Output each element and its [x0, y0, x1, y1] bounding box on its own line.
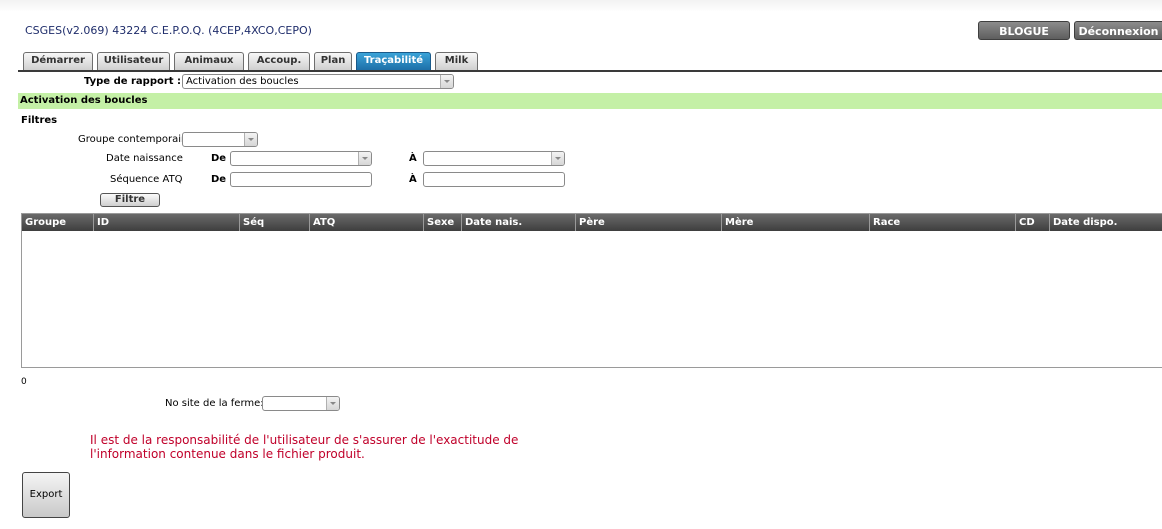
disclaimer-line-2: l'information contenue dans le fichier p… [90, 447, 365, 461]
table-header: Groupe ID Séq ATQ Sexe Date nais. Père M… [22, 214, 1162, 231]
tab-demarrer[interactable]: Démarrer [23, 52, 93, 70]
tab-bar: Démarrer Utilisateur Animaux Accoup. Pla… [18, 50, 1162, 70]
chevron-down-icon [440, 75, 453, 88]
col-date-nais[interactable]: Date nais. [462, 214, 576, 231]
record-count: 0 [21, 377, 27, 387]
disclaimer-note: Il est de la responsabilité de l'utilisa… [90, 433, 518, 461]
report-type-select[interactable]: Activation des boucles [182, 74, 454, 89]
chevron-down-icon [244, 133, 257, 146]
group-label: Groupe contemporain [78, 134, 188, 145]
chevron-down-icon [326, 397, 339, 410]
tab-milk[interactable]: Milk [435, 52, 478, 70]
filters-title: Filtres [21, 115, 58, 126]
birth-from-select[interactable] [230, 151, 372, 166]
logout-button[interactable]: Déconnexion [1074, 21, 1162, 40]
filter-button[interactable]: Filtre [100, 193, 160, 207]
seq-from-label: De [211, 174, 227, 185]
chevron-down-icon [358, 152, 371, 165]
col-seq[interactable]: Séq [240, 214, 310, 231]
birth-date-label: Date naissance [106, 153, 183, 164]
results-table: Groupe ID Séq ATQ Sexe Date nais. Père M… [21, 213, 1162, 368]
tab-utilisateur[interactable]: Utilisateur [97, 52, 170, 70]
tab-tracabilite[interactable]: Traçabilité [356, 52, 431, 70]
seq-to-label: À [409, 174, 417, 185]
disclaimer-line-1: Il est de la responsabilité de l'utilisa… [90, 433, 519, 447]
farm-site-select[interactable] [262, 396, 340, 411]
col-id[interactable]: ID [94, 214, 240, 231]
col-date-dispo[interactable]: Date dispo. [1050, 214, 1162, 231]
col-cd[interactable]: CD [1016, 214, 1050, 231]
farm-site-label: No site de la ferme: [165, 398, 264, 409]
col-groupe[interactable]: Groupe [22, 214, 94, 231]
tab-underline [18, 70, 1162, 72]
col-race[interactable]: Race [870, 214, 1016, 231]
col-atq[interactable]: ATQ [310, 214, 424, 231]
birth-from-label: De [211, 153, 227, 164]
tab-plan[interactable]: Plan [314, 52, 352, 70]
col-mere[interactable]: Mère [722, 214, 870, 231]
tab-animaux[interactable]: Animaux [174, 52, 244, 70]
chevron-down-icon [551, 152, 564, 165]
group-select[interactable] [182, 132, 258, 147]
seq-label: Séquence ATQ [110, 174, 183, 185]
seq-to-input[interactable] [423, 172, 565, 187]
report-type-value: Activation des boucles [186, 76, 299, 87]
tab-accoup[interactable]: Accoup. [248, 52, 310, 70]
app-title: CSGES(v2.069) 43224 C.E.P.O.Q. (4CEP,4XC… [25, 24, 312, 37]
top-shade [0, 0, 1162, 12]
birth-to-select[interactable] [423, 151, 565, 166]
section-title: Activation des boucles [18, 93, 1162, 109]
col-pere[interactable]: Père [576, 214, 722, 231]
col-sexe[interactable]: Sexe [424, 214, 462, 231]
report-type-label: Type de rapport : [84, 76, 182, 87]
export-button[interactable]: Export [22, 472, 70, 518]
birth-to-label: À [409, 153, 417, 164]
seq-from-input[interactable] [230, 172, 372, 187]
blog-button[interactable]: BLOGUE [978, 21, 1070, 40]
